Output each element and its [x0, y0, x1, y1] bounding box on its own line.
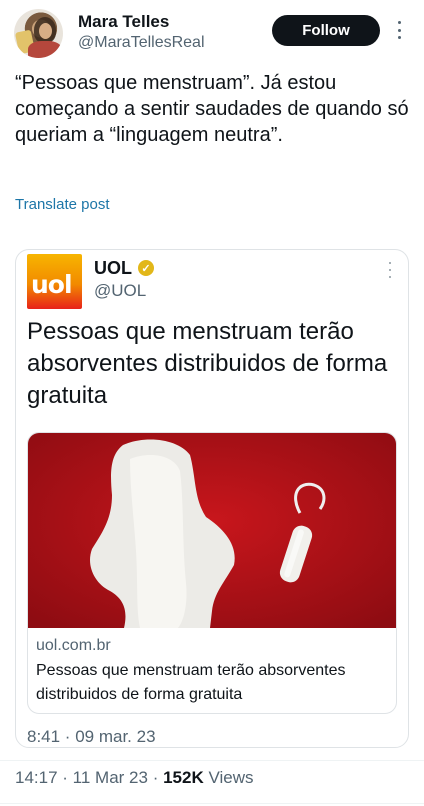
tweet-text: “Pessoas que menstruam”. Já estou começa… — [15, 70, 410, 148]
link-preview-card[interactable]: uol.com.br Pessoas que menstruam terão a… — [27, 432, 397, 714]
quoted-author-handle[interactable]: @UOL — [94, 281, 146, 301]
divider — [0, 760, 424, 761]
uol-logo-text: uol — [31, 270, 72, 299]
quoted-author-name[interactable]: UOL — [94, 258, 132, 279]
quoted-timestamp[interactable]: 8:41 · 09 mar. 23 — [27, 727, 156, 747]
link-title[interactable]: Pessoas que menstruam terão absorventes … — [36, 659, 388, 707]
follow-button[interactable]: Follow — [272, 15, 380, 46]
views-label: Views — [208, 768, 253, 787]
verified-badge-icon: ✓ — [138, 260, 154, 276]
tweet-meta: 14:17 · 11 Mar 23 · 152K Views — [15, 768, 254, 788]
bottom-divider — [0, 803, 424, 804]
uol-logo[interactable]: uol — [27, 254, 82, 309]
tweet-time[interactable]: 14:17 — [15, 768, 58, 787]
author-name[interactable]: Mara Telles — [78, 12, 169, 32]
author-handle[interactable]: @MaraTellesReal — [78, 34, 205, 52]
quoted-headline: Pessoas que menstruam terão absorventes … — [27, 316, 397, 412]
translate-post-link[interactable]: Translate post — [15, 196, 110, 213]
article-photo[interactable] — [28, 433, 396, 628]
author-avatar[interactable] — [14, 9, 63, 58]
quoted-more-icon[interactable] — [386, 262, 394, 278]
tweet-date[interactable]: 11 Mar 23 — [73, 768, 148, 787]
link-domain[interactable]: uol.com.br — [36, 637, 111, 655]
views-count: 152K — [163, 768, 204, 787]
more-vertical-icon[interactable] — [392, 18, 406, 42]
